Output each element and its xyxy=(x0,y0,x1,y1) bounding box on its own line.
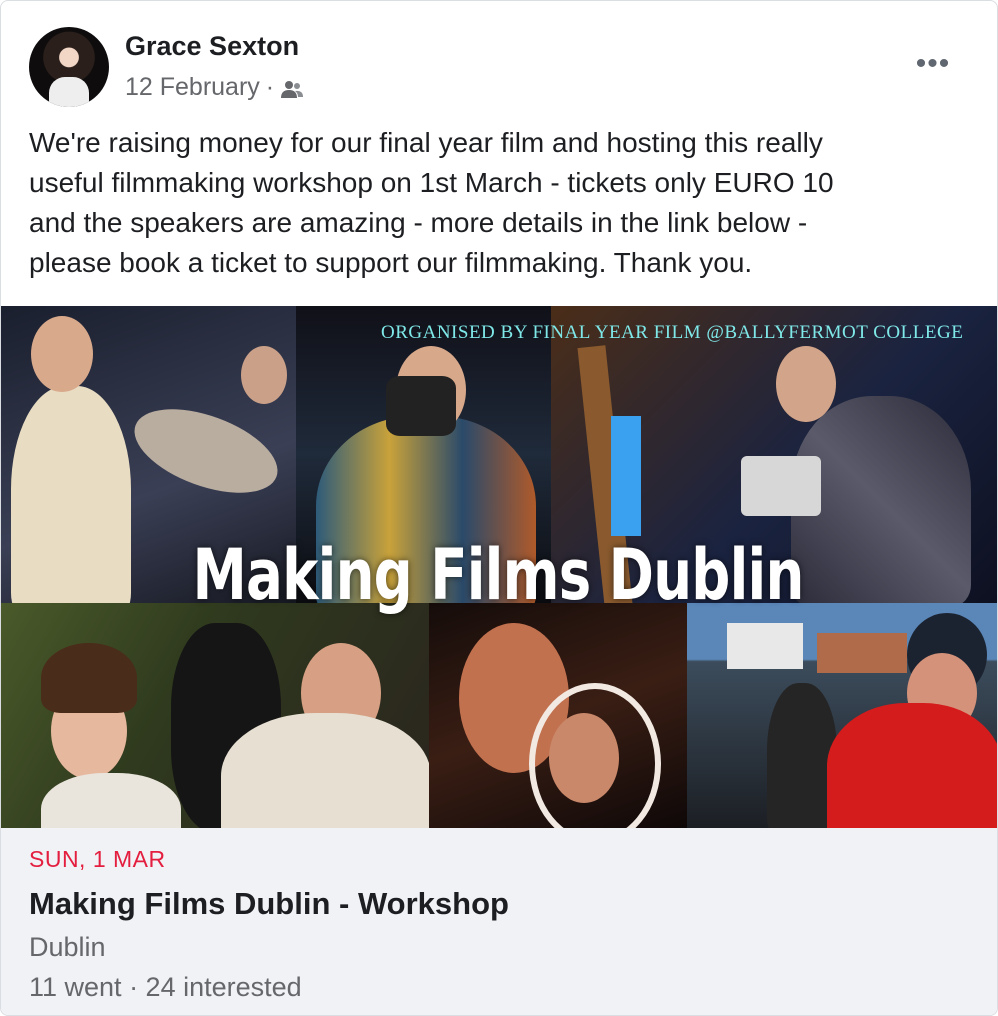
event-cover-image[interactable]: ORGANISED BY FINAL YEAR FILM @BALLYFERMO… xyxy=(1,306,997,828)
event-details[interactable]: SUN, 1 MAR Making Films Dublin - Worksho… xyxy=(1,828,997,1015)
friends-icon[interactable] xyxy=(280,78,304,98)
photo-tile xyxy=(1,603,429,828)
event-location: Dublin xyxy=(29,932,106,962)
post-date[interactable]: 12 February xyxy=(125,73,260,102)
post-text: We're raising money for our final year f… xyxy=(29,123,969,283)
photo-tile xyxy=(429,603,687,828)
organised-by-text: ORGANISED BY FINAL YEAR FILM @BALLYFERMO… xyxy=(381,322,964,343)
post-text-line: We're raising money for our final year f… xyxy=(29,127,823,158)
meta-separator: · xyxy=(265,73,275,101)
more-options-icon: ••• xyxy=(915,47,951,80)
post-card: Grace Sexton 12 February · ••• We're rai… xyxy=(0,0,998,1016)
post-text-line: and the speakers are amazing - more deta… xyxy=(29,207,808,238)
more-options-button[interactable]: ••• xyxy=(909,47,957,80)
event-date: SUN, 1 MAR xyxy=(29,846,166,872)
post-text-line: please book a ticket to support our film… xyxy=(29,247,753,278)
post-meta: 12 February · xyxy=(125,73,304,102)
avatar[interactable] xyxy=(29,27,109,107)
post-text-line: useful filmmaking workshop on 1st March … xyxy=(29,167,834,198)
image-title-text: Making Films Dublin xyxy=(192,534,804,616)
event-stats: 11 went · 24 interested xyxy=(29,972,302,1002)
event-title[interactable]: Making Films Dublin - Workshop xyxy=(29,886,509,922)
author-name[interactable]: Grace Sexton xyxy=(125,31,299,62)
photo-tile xyxy=(687,603,997,828)
post-header: Grace Sexton 12 February · ••• xyxy=(1,1,997,121)
